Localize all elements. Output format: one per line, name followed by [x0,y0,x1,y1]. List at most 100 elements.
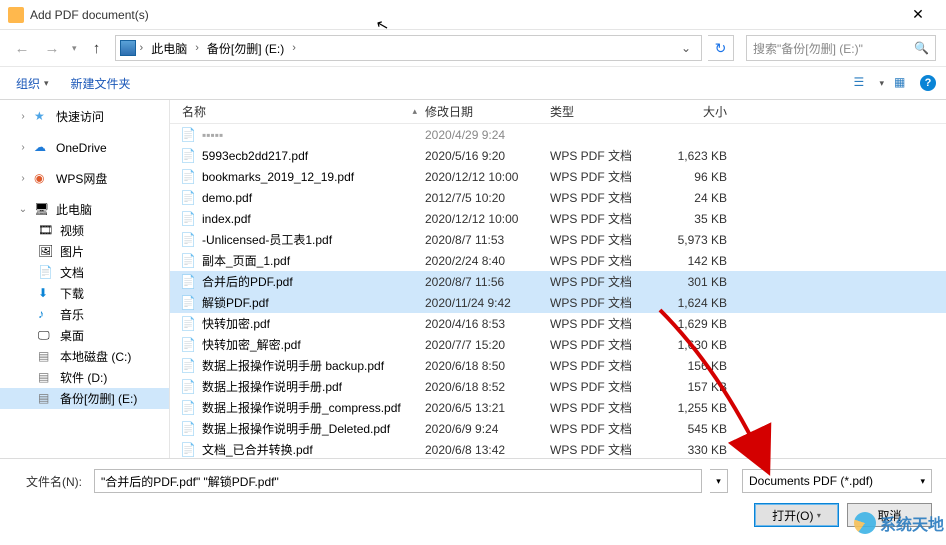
col-type[interactable]: 类型 [550,103,665,120]
search-input[interactable]: 搜索"备份[勿删] (E:)" 🔍 [746,35,936,61]
table-row[interactable]: 数据上报操作说明手册_Deleted.pdf 2020/6/9 9:24WPS P… [170,418,946,439]
filename-dropdown[interactable]: ▾ [710,469,728,493]
breadcrumb-root[interactable]: 此电脑 [147,39,191,58]
sidebar-item-diskc[interactable]: 本地磁盘 (C:) [0,346,169,367]
bottom-panel: 文件名(N): "合并后的PDF.pdf" "解锁PDF.pdf" ▾ Docu… [0,458,946,545]
pdf-icon [180,253,196,269]
close-button[interactable]: ✕ [898,6,938,23]
table-row[interactable]: 5993ecb2dd217.pdf2020/5/16 9:20WPS PDF 文… [170,145,946,166]
address-bar[interactable]: › 此电脑 › 备份[勿删] (E:) › ⌄ [115,35,702,61]
table-row[interactable]: 数据上报操作说明手册.pdf2020/6/18 8:52WPS PDF 文档15… [170,376,946,397]
col-name[interactable]: 名称▴ [170,103,425,120]
view-tiles-button[interactable] [894,75,910,91]
wps-icon [34,171,50,187]
table-row[interactable]: bookmarks_2019_12_19.pdf2020/12/12 10:00… [170,166,946,187]
pdf-icon [180,316,196,332]
filename-input[interactable]: "合并后的PDF.pdf" "解锁PDF.pdf" [94,469,702,493]
table-row[interactable]: 副本_页面_1.pdf2020/2/24 8:40WPS PDF 文档142 K… [170,250,946,271]
help-button[interactable]: ? [920,75,936,91]
table-row[interactable]: 合并后的PDF.pdf2020/8/7 11:56WPS PDF 文档301 K… [170,271,946,292]
file-type: WPS PDF 文档 [550,273,665,290]
sidebar-item-down[interactable]: 下载 [0,283,169,304]
video-icon [38,223,54,239]
sidebar-item-desk[interactable]: 桌面 [0,325,169,346]
chevron-right-icon[interactable]: › [193,42,201,54]
file-type: WPS PDF 文档 [550,357,665,374]
forward-button[interactable]: → [40,36,64,60]
sidebar-item-onedrive[interactable]: ›OneDrive [0,137,169,158]
pdf-icon [180,442,196,458]
sidebar-item-video[interactable]: 视频 [0,220,169,241]
title-bar: Add PDF document(s) ✕ [0,0,946,30]
file-date: 2020/8/7 11:53 [425,233,550,247]
file-type: WPS PDF 文档 [550,441,665,458]
file-type: WPS PDF 文档 [550,294,665,311]
globe-icon [854,512,876,534]
table-row[interactable]: 数据上报操作说明手册 backup.pdf 2020/6/18 8:50WPS P… [170,355,946,376]
file-size: 1,623 KB [665,149,745,163]
table-row[interactable]: 解锁PDF.pdf2020/11/24 9:42WPS PDF 文档1,624 … [170,292,946,313]
disk-icon [38,391,54,407]
sidebar-item-diskd[interactable]: 软件 (D:) [0,367,169,388]
table-row[interactable]: 数据上报操作说明手册_compress.pdf2020/6/5 13:21WPS… [170,397,946,418]
file-type: WPS PDF 文档 [550,378,665,395]
sidebar-item-diske[interactable]: 备份[勿删] (E:) [0,388,169,409]
chevron-down-icon[interactable]: ▾ [879,78,884,89]
file-type: WPS PDF 文档 [550,147,665,164]
sidebar-item-quick[interactable]: ›快速访问 [0,106,169,127]
file-date: 2020/5/16 9:20 [425,149,550,163]
history-dropdown[interactable]: ▾ [70,43,79,54]
pdf-icon [180,379,196,395]
sidebar-item-music[interactable]: 音乐 [0,304,169,325]
search-placeholder: 搜索"备份[勿删] (E:)" [753,40,863,57]
file-date: 2020/6/18 8:50 [425,359,550,373]
table-row[interactable]: -Unlicensed-员工表1.pdf2020/8/7 11:53WPS PD… [170,229,946,250]
pdf-icon [180,337,196,353]
filename-label: 文件名(N): [14,473,86,490]
star-icon [34,109,50,125]
table-row[interactable]: index.pdf2020/12/12 10:00WPS PDF 文档35 KB [170,208,946,229]
col-date[interactable]: 修改日期 [425,103,550,120]
col-size[interactable]: 大小 [665,103,745,120]
file-type: WPS PDF 文档 [550,420,665,437]
sidebar-item-wps[interactable]: ›WPS网盘 [0,168,169,189]
chevron-down-icon: ▾ [44,78,49,89]
file-name: 数据上报操作说明手册_Deleted.pdf [202,420,390,437]
organize-menu[interactable]: 组织 ▾ [10,72,55,95]
up-button[interactable]: ↑ [85,36,109,60]
sidebar-item-thispc[interactable]: ⌄此电脑 [0,199,169,220]
file-name: 合并后的PDF.pdf [202,273,293,290]
cloud-icon [34,140,50,156]
table-row[interactable]: 快转加密.pdf2020/4/16 8:53WPS PDF 文档1,629 KB [170,313,946,334]
chevron-right-icon[interactable]: › [290,42,298,54]
download-icon [38,286,54,302]
file-rows: ▪▪▪▪▪ 2020/4/29 9:24 5993ecb2dd217.pdf20… [170,124,946,458]
window-title: Add PDF document(s) [30,8,898,22]
sidebar-item-doc[interactable]: 文档 [0,262,169,283]
app-icon [8,7,24,23]
table-row[interactable]: demo.pdf2012/7/5 10:20WPS PDF 文档24 KB [170,187,946,208]
file-date: 2020/6/5 13:21 [425,401,550,415]
file-name: 解锁PDF.pdf [202,294,269,311]
file-list: 名称▴ 修改日期 类型 大小 ▪▪▪▪▪ 2020/4/29 9:24 5993… [170,100,946,458]
open-button[interactable]: 打开(O) ▾ [754,503,839,527]
breadcrumb-folder[interactable]: 备份[勿删] (E:) [203,39,288,58]
view-list-button[interactable] [853,75,869,91]
back-button[interactable]: ← [10,36,34,60]
sidebar-item-pic[interactable]: 图片 [0,241,169,262]
pc-icon [34,202,50,218]
address-dropdown[interactable]: ⌄ [675,41,697,55]
table-row[interactable]: 快转加密_解密.pdf2020/7/7 15:20WPS PDF 文档1,630… [170,334,946,355]
table-row[interactable]: 文档_已合并转换.pdf2020/6/8 13:42WPS PDF 文档330 … [170,439,946,458]
file-date: 2020/6/18 8:52 [425,380,550,394]
file-name: 数据上报操作说明手册 backup.pdf [202,357,384,374]
search-icon: 🔍 [914,41,929,55]
file-date: 2020/6/9 9:24 [425,422,550,436]
chevron-right-icon[interactable]: › [138,42,146,54]
table-row[interactable]: ▪▪▪▪▪ 2020/4/29 9:24 [170,124,946,145]
file-size: 545 KB [665,422,745,436]
pdf-icon [180,400,196,416]
filetype-filter[interactable]: Documents PDF (*.pdf) ▾ [742,469,932,493]
new-folder-button[interactable]: 新建文件夹 [65,72,137,95]
refresh-button[interactable]: ↻ [708,35,734,61]
